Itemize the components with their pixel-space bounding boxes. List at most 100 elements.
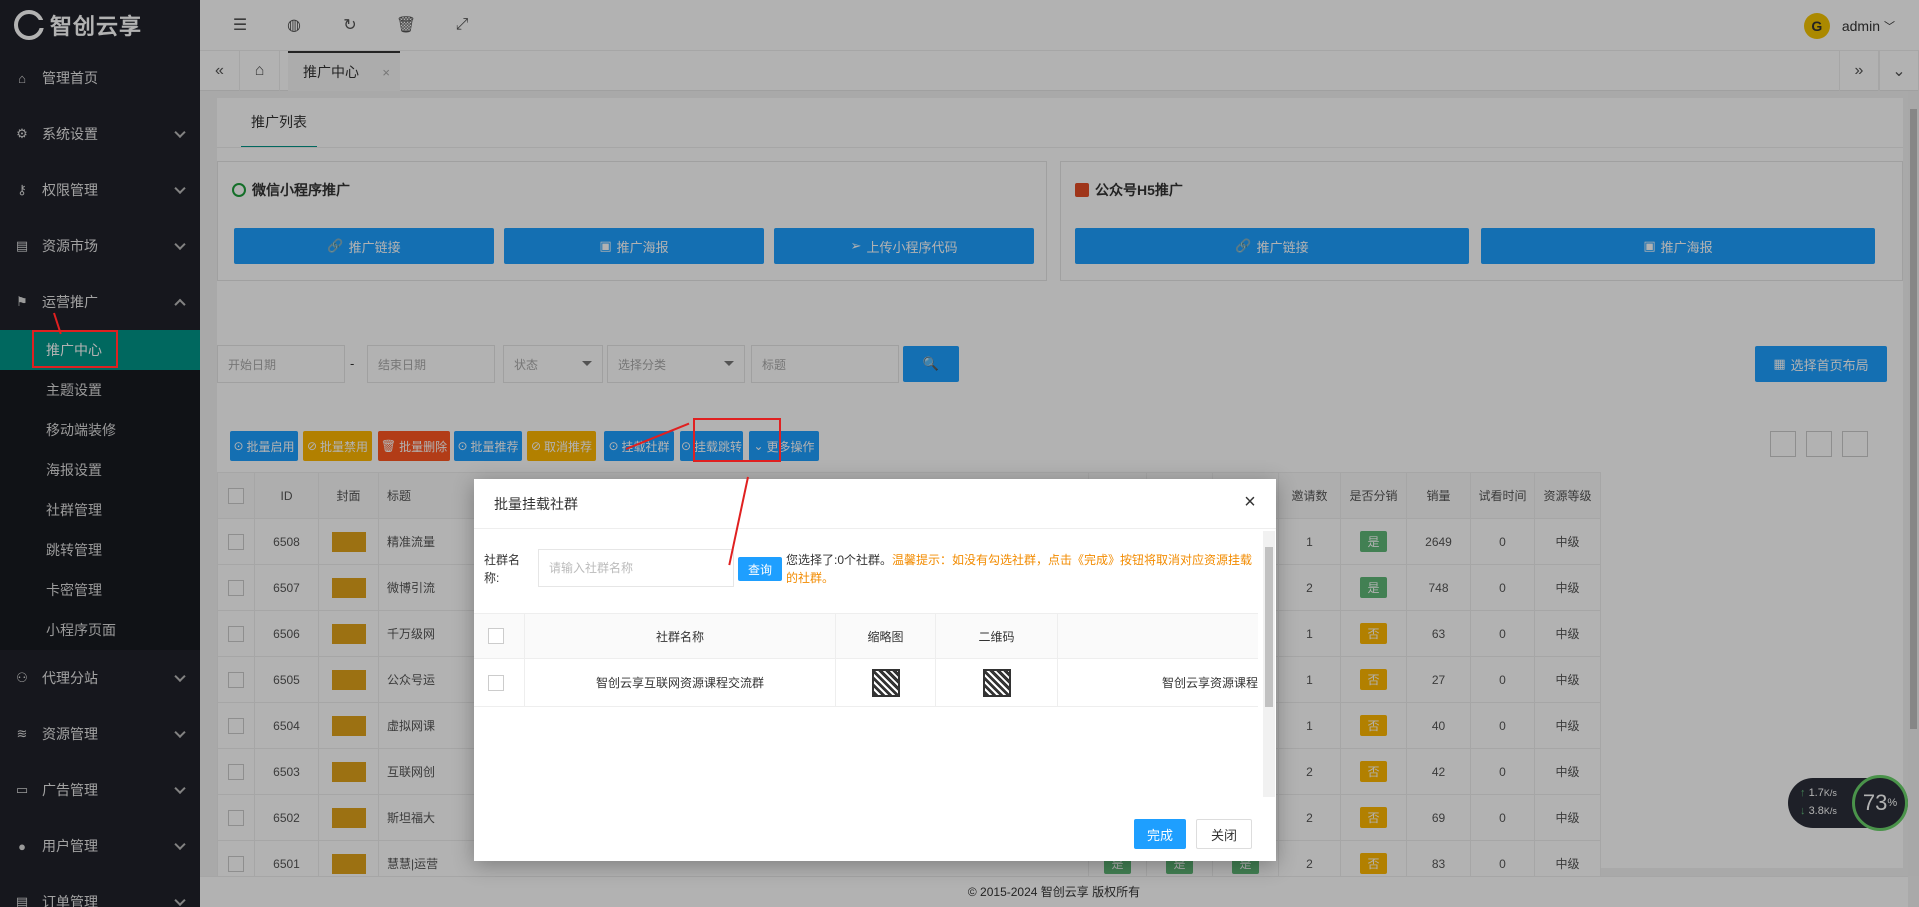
wechat-poster-button[interactable]: ▣ 推广海报 [504, 228, 764, 264]
invite-count: 2 [1278, 794, 1341, 841]
sidebar-subitem-5[interactable]: 跳转管理 [0, 530, 200, 570]
tabs-dropdown-icon[interactable]: ⌄ [1879, 51, 1919, 91]
tabs-prev-icon[interactable]: « [200, 51, 240, 91]
row-checkbox[interactable] [488, 675, 504, 691]
status-badge[interactable]: 否 [1360, 623, 1387, 644]
select-all-checkbox[interactable] [488, 628, 504, 644]
brand-logo[interactable]: 智创云享 [0, 0, 200, 50]
resource-level: 中级 [1534, 794, 1601, 841]
tab-close-icon[interactable]: × [382, 65, 390, 80]
end-date-field[interactable]: 结束日期 [367, 345, 495, 383]
sidebar-item-4[interactable]: ⚑ 运营推广 [0, 274, 200, 330]
status-select[interactable]: 状态 [503, 345, 603, 383]
row-checkbox[interactable] [228, 579, 244, 596]
sidebar-item-after-4[interactable]: ▤ 订单管理 [0, 874, 200, 907]
home-tab-icon[interactable]: ⌂ [240, 51, 280, 91]
status-badge[interactable]: 否 [1360, 669, 1387, 690]
flag-icon: ⚑ [16, 294, 28, 309]
status-badge[interactable]: 是 [1360, 531, 1387, 552]
col-thumbnail: 缩略图 [836, 614, 936, 660]
row-checkbox[interactable] [228, 809, 244, 826]
toolbar-button-4[interactable]: ⊘ 取消推荐 [527, 431, 596, 461]
done-button[interactable]: 完成 [1134, 819, 1186, 849]
status-badge[interactable]: 否 [1360, 807, 1387, 828]
refresh-icon[interactable]: ↻ [340, 15, 360, 35]
start-date-field[interactable]: 开始日期 [217, 345, 345, 383]
h5-poster-button[interactable]: ▣ 推广海报 [1481, 228, 1875, 264]
sidebar-subitem-2[interactable]: 移动端装修 [0, 410, 200, 450]
resource-level: 中级 [1534, 702, 1601, 749]
columns-icon[interactable] [1770, 431, 1796, 457]
row-checkbox[interactable] [228, 763, 244, 780]
chevron-icon [174, 894, 186, 907]
status-badge[interactable]: 是 [1360, 577, 1387, 598]
title-input[interactable]: 标题 [751, 345, 899, 383]
sidebar-item-1[interactable]: ⚙ 系统设置 [0, 106, 200, 162]
globe-icon[interactable]: ◍ [284, 15, 304, 35]
date-dash: - [350, 356, 355, 371]
wechat-link-button[interactable]: 🔗 推广链接 [234, 228, 494, 264]
sidebar-subitem-3[interactable]: 海报设置 [0, 450, 200, 490]
export-icon[interactable] [1806, 431, 1832, 457]
toolbar-button-1[interactable]: ⊘ 批量禁用 [303, 431, 372, 461]
row-id: 6507 [254, 564, 319, 611]
sales-count: 40 [1406, 702, 1471, 749]
trash-icon: 🗑 [380, 439, 397, 453]
sidebar-item-0[interactable]: ⌂ 管理首页 [0, 50, 200, 106]
row-checkbox[interactable] [228, 625, 244, 642]
invite-count: 2 [1278, 564, 1341, 611]
tabs-next-icon[interactable]: » [1839, 51, 1879, 91]
end-date-placeholder: 结束日期 [378, 357, 427, 372]
order-icon: ▤ [15, 894, 29, 907]
row-checkbox[interactable] [228, 671, 244, 688]
start-date-placeholder: 开始日期 [228, 357, 277, 372]
sidebar-subitem-1[interactable]: 主题设置 [0, 370, 200, 410]
sidebar-subitem-6[interactable]: 卡密管理 [0, 570, 200, 610]
sidebar-item-after-0[interactable]: ⚇ 代理分站 [0, 650, 200, 706]
h5-link-button[interactable]: 🔗 推广链接 [1075, 228, 1469, 264]
query-button[interactable]: 查询 [738, 557, 782, 581]
community-name-input[interactable]: 请输入社群名称 [538, 549, 734, 587]
sidebar-item-after-3[interactable]: ● 用户管理 [0, 818, 200, 874]
close-icon[interactable]: × [1238, 491, 1262, 515]
toolbar-button-2[interactable]: 🗑 批量删除 [378, 431, 450, 461]
sidebar-item-3[interactable]: ▤ 资源市场 [0, 218, 200, 274]
toolbar-label: 批量推荐 [470, 439, 519, 454]
dialog-table-row[interactable]: 智创云享互联网资源课程交流群 智创云享资源课程 [474, 659, 1258, 707]
cover-thumbnail [331, 669, 366, 690]
toolbar-button-3[interactable]: ⊙ 批量推荐 [454, 431, 522, 461]
close-button[interactable]: 关闭 [1196, 819, 1252, 849]
sidebar-item-after-2[interactable]: ▭ 广告管理 [0, 762, 200, 818]
row-checkbox[interactable] [228, 855, 244, 872]
sidebar-item-2[interactable]: ⚷ 权限管理 [0, 162, 200, 218]
toolbar-button-0[interactable]: ⊙ 批量启用 [230, 431, 298, 461]
print-icon[interactable] [1842, 431, 1868, 457]
search-button[interactable]: 🔍 [903, 346, 959, 382]
upload-code-button[interactable]: ➢ 上传小程序代码 [774, 228, 1034, 264]
sidebar-subitem-4[interactable]: 社群管理 [0, 490, 200, 530]
status-badge[interactable]: 否 [1360, 853, 1387, 874]
user-menu[interactable]: G admin ﹀ [1803, 13, 1895, 39]
row-checkbox[interactable] [228, 717, 244, 734]
dialog-scrollbar[interactable] [1263, 531, 1275, 797]
row-checkbox[interactable] [228, 533, 244, 550]
category-select[interactable]: 选择分类 [607, 345, 745, 383]
sidebar-item-after-1[interactable]: ≋ 资源管理 [0, 706, 200, 762]
status-badge[interactable]: 否 [1360, 715, 1387, 736]
cover-thumbnail [331, 623, 366, 644]
tab-promotion-center[interactable]: 推广中心 × [288, 51, 400, 91]
trash-icon[interactable]: 🗑 [396, 15, 416, 35]
sidebar-subitem-7[interactable]: 小程序页面 [0, 610, 200, 650]
select-layout-button[interactable]: ▦ 选择首页布局 [1755, 346, 1887, 382]
play-circle-icon: ⊙ [233, 439, 244, 453]
tab-promotion-list[interactable]: 推广列表 [241, 112, 317, 148]
fullscreen-icon[interactable]: ⤢ [452, 15, 472, 35]
toolbar-button-5[interactable]: ⊙ 挂载社群 [604, 431, 674, 461]
menu-toggle-icon[interactable]: ☰ [230, 15, 250, 35]
link-icon [232, 183, 246, 197]
status-badge[interactable]: 否 [1360, 761, 1387, 782]
page-scrollbar[interactable] [1908, 91, 1919, 876]
store-icon: ▤ [15, 238, 29, 253]
footer-copyright: © 2015-2024 智创云享 版权所有 [200, 876, 1908, 907]
select-all-checkbox[interactable] [228, 487, 244, 504]
